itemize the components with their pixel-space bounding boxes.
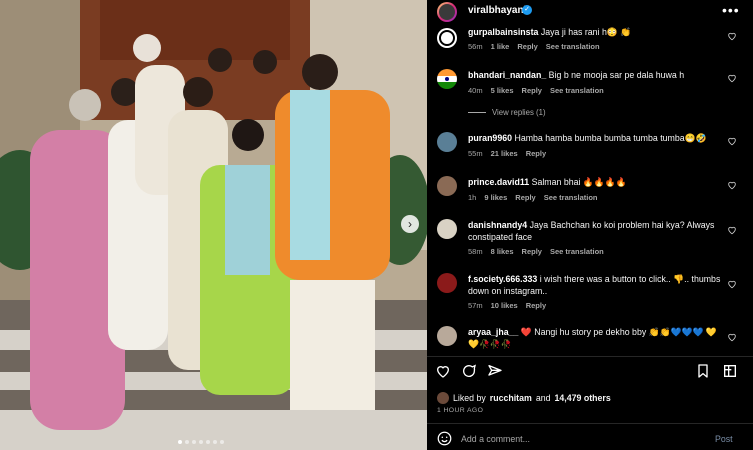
author-username[interactable]: viralbhayani bbox=[468, 5, 526, 16]
comment-translate[interactable]: See translation bbox=[546, 42, 600, 51]
comment-reply[interactable]: Reply bbox=[522, 86, 542, 95]
comment-text-block: bhandari_nandan_ Big b ne mooja sar pe d… bbox=[468, 69, 723, 81]
comment-reply[interactable]: Reply bbox=[526, 149, 546, 158]
comment-likes[interactable]: 8 likes bbox=[491, 247, 514, 256]
save-to-collection-icon[interactable] bbox=[722, 363, 738, 379]
likes-count[interactable]: 14,479 others bbox=[555, 393, 611, 403]
action-bar bbox=[427, 360, 753, 384]
comment-likes[interactable]: 10 likes bbox=[491, 301, 518, 310]
heart-icon[interactable] bbox=[727, 279, 737, 289]
comment-text-block: puran9960 Hamba hamba bumba bumba tumba … bbox=[468, 132, 723, 144]
comment-reply[interactable]: Reply bbox=[515, 193, 535, 202]
comment-username[interactable]: danishnandy4 bbox=[468, 220, 527, 230]
post-button[interactable]: Post bbox=[715, 434, 733, 444]
heart-icon[interactable] bbox=[727, 180, 737, 190]
heart-icon[interactable] bbox=[727, 136, 737, 146]
comment-meta: 40m 5 likes Reply See translation bbox=[468, 86, 604, 95]
comment-username[interactable]: puran9960 bbox=[468, 133, 512, 143]
comment-meta: 58m 8 likes Reply See translation bbox=[468, 247, 604, 256]
comment-username[interactable]: prince.david11 bbox=[468, 177, 529, 187]
view-replies-link[interactable]: View replies (1) bbox=[468, 108, 546, 117]
post-header: viralbhayani ✓ ••• bbox=[427, 0, 753, 22]
comment-likes[interactable]: 5 likes bbox=[491, 86, 514, 95]
comment-meta: 55m 21 likes Reply bbox=[468, 149, 546, 158]
add-comment-bar: Add a comment... Post bbox=[427, 428, 753, 450]
comment-username[interactable]: gurpalbainsinsta bbox=[468, 27, 538, 37]
author-avatar[interactable] bbox=[437, 2, 457, 22]
comment-text-block: gurpalbainsinsta Jaya ji has rani h😳 👏 bbox=[468, 26, 723, 38]
comment-avatar[interactable] bbox=[437, 132, 457, 152]
comment-text: Salman bhai 🔥🔥🔥🔥 bbox=[531, 177, 627, 187]
heart-icon[interactable] bbox=[727, 73, 737, 83]
comment-meta: 1h 9 likes Reply See translation bbox=[468, 193, 598, 202]
comment-avatar[interactable] bbox=[437, 273, 457, 293]
comment-likes[interactable]: 1 like bbox=[491, 42, 510, 51]
comment-text-block: prince.david11 Salman bhai 🔥🔥🔥🔥 bbox=[468, 176, 723, 188]
comment-text: Big b ne mooja sar pe dala huwa h bbox=[548, 70, 685, 80]
heart-icon[interactable] bbox=[727, 332, 737, 342]
comment-time: 57m bbox=[468, 301, 483, 310]
liked-by-avatar[interactable] bbox=[437, 392, 449, 404]
heart-icon[interactable] bbox=[727, 31, 737, 41]
comment-username[interactable]: f.society.666.333 bbox=[468, 274, 537, 284]
share-icon[interactable] bbox=[487, 363, 503, 379]
family-photo bbox=[0, 0, 427, 450]
comment-input[interactable]: Add a comment... bbox=[461, 434, 530, 444]
comment-avatar[interactable] bbox=[437, 176, 457, 196]
comment-translate[interactable]: See translation bbox=[550, 247, 604, 256]
comment-reply[interactable]: Reply bbox=[522, 247, 542, 256]
comment-avatar[interactable] bbox=[437, 28, 457, 48]
post-panel: viralbhayani ✓ ••• gurpalbainsinsta Jaya… bbox=[427, 0, 753, 450]
comment-username[interactable]: aryaa_jha__ bbox=[468, 327, 518, 337]
comment-likes[interactable]: 21 likes bbox=[491, 149, 518, 158]
divider bbox=[427, 423, 753, 424]
comment-time: 58m bbox=[468, 247, 483, 256]
comment-reply[interactable]: Reply bbox=[526, 301, 546, 310]
comment-icon[interactable] bbox=[461, 363, 477, 379]
comment-text-block: danishnandy4 Jaya Bachchan ko koi proble… bbox=[468, 219, 723, 243]
comment-text-block: aryaa_jha__ ❤️ Nangi hu story pe dekho b… bbox=[468, 326, 723, 350]
comment-time: 1h bbox=[468, 193, 477, 202]
verified-badge-icon: ✓ bbox=[522, 5, 532, 15]
carousel-dots bbox=[178, 440, 224, 444]
emoji-icon[interactable] bbox=[437, 431, 452, 446]
comment-text: Jaya ji has rani h😳 👏 bbox=[540, 27, 632, 37]
comment-translate[interactable]: See translation bbox=[550, 86, 604, 95]
comment-text: Hamba hamba bumba bumba tumba tumba😁🤣 bbox=[514, 133, 707, 143]
comment-avatar[interactable] bbox=[437, 219, 457, 239]
comment-time: 40m bbox=[468, 86, 483, 95]
next-arrow-icon[interactable]: › bbox=[401, 215, 419, 233]
comment-time: 55m bbox=[468, 149, 483, 158]
comment-avatar[interactable] bbox=[437, 69, 457, 89]
comment-username[interactable]: bhandari_nandan_ bbox=[468, 70, 546, 80]
divider bbox=[427, 356, 753, 357]
comment-meta: 56m 1 like Reply See translation bbox=[468, 42, 600, 51]
more-options-icon[interactable]: ••• bbox=[722, 2, 740, 18]
post-image: › bbox=[0, 0, 427, 450]
comment-likes[interactable]: 9 likes bbox=[484, 193, 507, 202]
heart-icon[interactable] bbox=[727, 225, 737, 235]
comment-translate[interactable]: See translation bbox=[544, 193, 598, 202]
comment-meta: 57m 10 likes Reply bbox=[468, 301, 546, 310]
heart-icon[interactable] bbox=[435, 363, 451, 379]
liked-by: Liked by rucchitam and 14,479 others bbox=[437, 392, 611, 404]
liked-and: and bbox=[535, 393, 551, 403]
bookmark-icon[interactable] bbox=[695, 363, 711, 379]
comment-text-block: f.society.666.333 i wish there was a but… bbox=[468, 273, 723, 297]
comment-time: 56m bbox=[468, 42, 483, 51]
liked-prefix: Liked by bbox=[453, 393, 486, 403]
liked-by-user[interactable]: rucchitam bbox=[490, 393, 532, 403]
comment-avatar[interactable] bbox=[437, 326, 457, 346]
view-replies-label: View replies (1) bbox=[492, 108, 546, 117]
post-time: 1 HOUR AGO bbox=[437, 407, 484, 414]
comment-reply[interactable]: Reply bbox=[517, 42, 537, 51]
